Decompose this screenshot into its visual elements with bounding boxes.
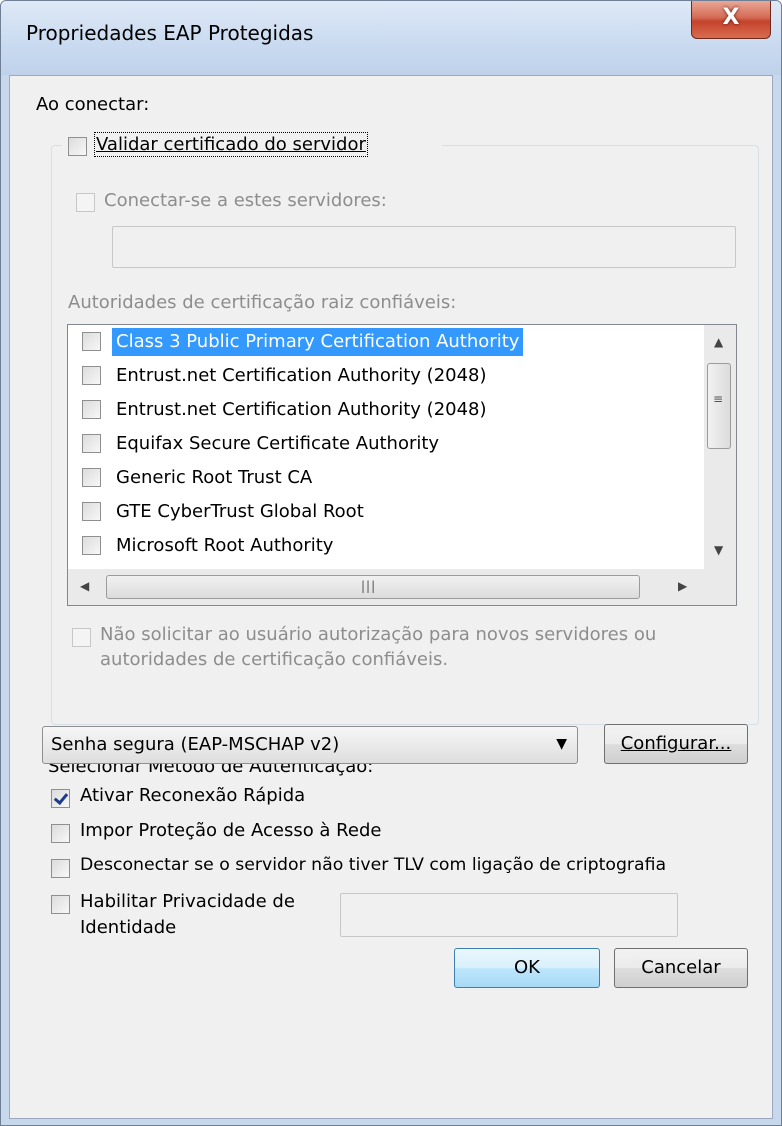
authority-label: Entrust.net Certification Authority (204… [116,399,487,420]
list-item[interactable]: GTE CyberTrust Global Root [68,495,698,529]
vertical-scrollbar[interactable]: ▲ ≡ ▼ [704,325,736,569]
authority-checkbox[interactable] [82,434,101,453]
vertical-scroll-thumb[interactable]: ≡ [707,363,731,449]
servers-input[interactable] [112,226,736,268]
close-icon: X [722,5,740,30]
identity-privacy-label-line2: Identidade [80,917,177,938]
tlv-label: Desconectar se o servidor não tiver TLV … [80,855,667,875]
identity-privacy-label-line1: Habilitar Privacidade de [80,891,295,912]
validate-cert-label-text: Validar certificado do servidor [96,134,366,155]
authority-checkbox[interactable] [82,332,101,351]
authority-label: Entrust.net Certification Authority (204… [116,365,487,386]
certificate-authorities-list[interactable]: Class 3 Public Primary Certification Aut… [67,324,737,606]
no-prompt-checkbox[interactable] [72,628,91,647]
no-prompt-label-line2: autoridades de certificação confiáveis. [100,649,449,670]
authority-label: Class 3 Public Primary Certification Aut… [112,328,524,356]
chevron-down-icon: ▼ [556,736,567,752]
dialog-content: Ao conectar: Validar certificado do serv… [9,75,773,1119]
auth-method-value: Senha segura (EAP-MSCHAP v2) [51,734,340,755]
horizontal-scrollbar[interactable]: ◀ ||| ▶ [68,569,704,605]
list-item[interactable]: Equifax Secure Certificate Authority [68,427,698,461]
dialog-window: Propriedades EAP Protegidas X Ao conecta… [0,0,782,1126]
validate-cert-label[interactable]: Validar certificado do servidor [94,132,368,157]
cancel-button[interactable]: Cancelar [614,948,748,988]
nap-checkbox[interactable] [51,824,70,843]
authority-label: Microsoft Root Authority [116,535,334,556]
connect-servers-label: Conectar-se a estes servidores: [104,190,387,211]
authority-checkbox[interactable] [82,468,101,487]
auth-method-select[interactable]: Senha segura (EAP-MSCHAP v2) ▼ [42,726,578,764]
authority-checkbox[interactable] [82,366,101,385]
identity-privacy-input[interactable] [340,893,678,937]
close-button[interactable]: X [691,1,771,39]
right-arrow-icon[interactable]: ▶ [678,579,687,593]
title-bar[interactable]: Propriedades EAP Protegidas X [1,1,781,75]
identity-privacy-checkbox[interactable] [51,895,70,914]
authority-checkbox[interactable] [82,502,101,521]
configure-button-label: Configurar... [620,733,732,754]
authority-label: Equifax Secure Certificate Authority [116,433,440,454]
fast-reconnect-checkbox[interactable] [51,789,70,808]
configure-button[interactable]: Configurar... [604,724,748,764]
validate-cert-checkbox[interactable] [68,137,87,156]
tlv-checkbox[interactable] [51,859,70,878]
window-title: Propriedades EAP Protegidas [26,21,314,45]
no-prompt-label-line1: Não solicitar ao usuário autorização par… [100,624,657,645]
authority-checkbox[interactable] [82,400,101,419]
authority-label: GTE CyberTrust Global Root [116,501,364,522]
authority-label: Generic Root Trust CA [116,467,313,488]
list-item[interactable]: Generic Root Trust CA [68,461,698,495]
authority-checkbox[interactable] [82,536,101,555]
list-item[interactable]: Entrust.net Certification Authority (204… [68,393,698,427]
up-arrow-icon[interactable]: ▲ [714,335,723,349]
connect-servers-checkbox[interactable] [76,193,95,212]
grip-icon: ||| [361,579,377,593]
list-item[interactable]: Class 3 Public Primary Certification Aut… [68,325,698,359]
ok-button[interactable]: OK [454,948,600,988]
list-item[interactable]: Entrust.net Certification Authority (204… [68,359,698,393]
list-item[interactable]: Microsoft Root Authority [68,529,698,563]
down-arrow-icon[interactable]: ▼ [714,543,723,557]
grip-icon: ≡ [713,392,725,406]
scrollbar-corner [704,569,736,605]
left-arrow-icon[interactable]: ◀ [80,579,89,593]
connect-heading: Ao conectar: [36,94,150,115]
trusted-roots-label: Autoridades de certificação raiz confiáv… [68,292,457,313]
horizontal-scroll-thumb[interactable]: ||| [106,575,640,599]
fast-reconnect-label: Ativar Reconexão Rápida [80,785,306,806]
nap-label: Impor Proteção de Acesso à Rede [80,820,382,841]
